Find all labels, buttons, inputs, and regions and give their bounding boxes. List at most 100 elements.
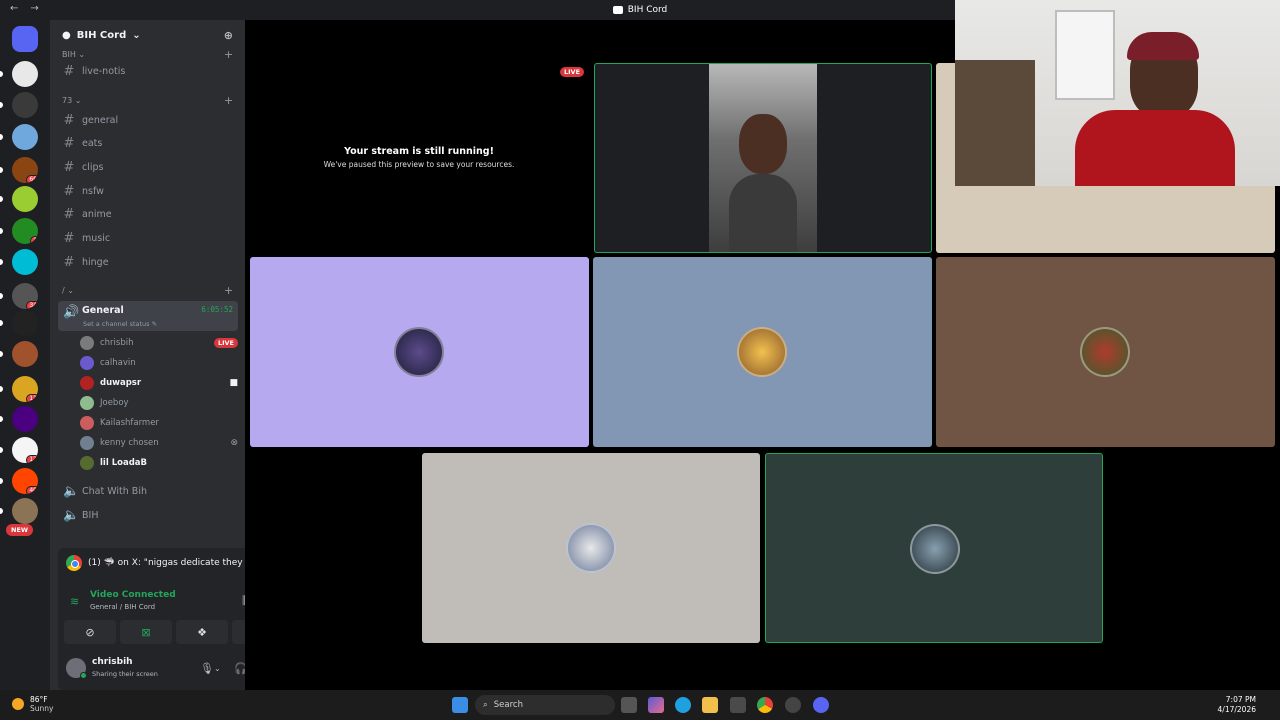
add-member-icon[interactable]: ⊕ <box>224 29 233 42</box>
video-tile-dark-green[interactable] <box>765 453 1103 643</box>
member-name: lil LoadaB <box>100 458 147 468</box>
server-6-icon[interactable]: 1 <box>12 218 38 244</box>
avatar <box>80 376 94 390</box>
voice-member[interactable]: chrisbih LIVE <box>80 334 238 352</box>
server-15-icon[interactable] <box>12 498 38 524</box>
channel-anime[interactable]: # anime <box>58 205 238 225</box>
server-10-icon[interactable] <box>12 341 38 367</box>
voice-member[interactable]: calhavin <box>80 354 238 372</box>
server-4-icon[interactable]: 66 <box>12 157 38 183</box>
channel-status-placeholder[interactable]: Set a channel status ✎ <box>83 320 157 328</box>
video-tile-camera[interactable] <box>594 63 932 253</box>
back-icon[interactable]: ← <box>10 3 18 14</box>
server-logo-icon <box>612 6 623 14</box>
category-bih[interactable]: BIH ⌄ + <box>62 48 233 61</box>
window-title: BIH Cord <box>627 5 668 15</box>
task-view-icon[interactable] <box>621 697 637 713</box>
microphone-icon[interactable]: 🎙 <box>200 662 214 675</box>
store-icon[interactable] <box>730 697 746 713</box>
server-14-icon[interactable]: 40 <box>12 468 38 494</box>
hash-icon: # <box>63 136 75 152</box>
channel-label: general <box>82 114 119 126</box>
direct-messages-icon[interactable] <box>12 26 38 52</box>
voice-channel-general[interactable]: 🔊 General 6:05:52 Set a channel status ✎ <box>58 301 238 331</box>
member-name: Kailashfarmer <box>100 418 159 428</box>
video-tile-brown[interactable] <box>936 257 1275 447</box>
video-tile-grey[interactable] <box>422 453 760 643</box>
voice-member[interactable]: kenny chosen ⊗ <box>80 434 238 452</box>
unread-pill <box>0 416 3 422</box>
server-13-icon[interactable]: 12 <box>12 437 38 463</box>
paused-title: Your stream is still running! <box>344 146 494 157</box>
channel-clips[interactable]: # clips <box>58 157 238 177</box>
channel-general[interactable]: # general <box>58 110 238 130</box>
start-icon[interactable] <box>452 697 468 713</box>
activities-button[interactable]: ❖ <box>176 620 228 644</box>
signal-icon[interactable]: ≋ <box>70 595 79 608</box>
channel-hinge[interactable]: # hinge <box>58 252 238 272</box>
server-12-icon[interactable] <box>12 406 38 432</box>
server-1-icon[interactable] <box>12 61 38 87</box>
guild-name: BIH Cord <box>76 29 127 41</box>
connection-title[interactable]: Video Connected <box>90 590 176 600</box>
edge-icon[interactable] <box>675 697 691 713</box>
app-icon[interactable] <box>785 697 801 713</box>
sun-icon <box>12 698 24 710</box>
server-11-icon[interactable]: 11 <box>12 376 38 402</box>
camera-off-button[interactable]: ⊘ <box>64 620 116 644</box>
category-slash[interactable]: / ⌄ + <box>62 284 233 297</box>
server-5-icon[interactable] <box>12 186 38 212</box>
server-8-icon[interactable]: 34 <box>12 283 38 309</box>
avatar <box>737 327 787 377</box>
speaker-icon: 🔈 <box>63 507 80 523</box>
discord-icon[interactable] <box>813 697 829 713</box>
channel-music[interactable]: # music <box>58 229 238 249</box>
channel-live-notis[interactable]: # live-notis <box>58 61 238 81</box>
unread-pill <box>0 102 3 108</box>
windows-taskbar: 86°F Sunny ⌕ Search 7:07 PM 4/17/2026 <box>0 690 1280 720</box>
paused-subtitle: We've paused this preview to save your r… <box>323 160 515 169</box>
category-73[interactable]: 73 ⌄ + <box>62 94 233 107</box>
member-name: duwapsr <box>100 378 142 388</box>
server-2-icon[interactable] <box>12 92 38 118</box>
server-7-icon[interactable] <box>12 249 38 275</box>
voice-channel-chat-with-bih[interactable]: 🔈 Chat With Bih <box>58 481 238 501</box>
channel-label: anime <box>82 209 112 221</box>
new-badge[interactable]: NEW <box>6 524 34 536</box>
voice-member[interactable]: Joeboy <box>80 394 238 412</box>
avatar <box>80 436 94 450</box>
speaker-icon: 🔈 <box>63 483 80 499</box>
voice-channel-bih[interactable]: 🔈 BIH <box>58 505 238 525</box>
video-tile-purple[interactable] <box>250 257 589 447</box>
weather-widget[interactable]: 86°F Sunny <box>12 695 53 713</box>
unread-pill <box>0 508 3 514</box>
voice-member[interactable]: lil LoadaB <box>80 454 238 472</box>
forward-icon[interactable]: → <box>30 3 38 14</box>
channel-nsfw[interactable]: # nsfw <box>58 181 238 201</box>
call-timer: 6:05:52 <box>201 305 233 314</box>
unread-pill <box>0 259 3 265</box>
copilot-icon[interactable] <box>648 697 664 713</box>
connection-sub[interactable]: General / BIH Cord <box>90 603 155 611</box>
member-name: chrisbih <box>100 338 134 348</box>
voice-member[interactable]: duwapsr ■ <box>80 374 238 392</box>
channel-label: clips <box>82 161 104 173</box>
taskbar-search[interactable]: ⌕ Search <box>475 695 615 715</box>
video-tile-blue[interactable] <box>593 257 932 447</box>
chevron-down-icon[interactable]: ⌄ <box>214 664 221 673</box>
live-badge: LIVE <box>213 338 238 348</box>
hash-icon: # <box>63 231 75 246</box>
server-9-icon[interactable] <box>12 310 38 336</box>
screen-share-button[interactable]: ⊠ <box>120 620 172 644</box>
channel-eats[interactable]: # eats <box>58 134 238 154</box>
server-3-icon[interactable] <box>12 124 38 150</box>
camera-feed <box>709 64 817 252</box>
unread-badge: 11 <box>26 394 38 402</box>
guild-header[interactable]: ● BIH Cord ⌄ ⊕ <box>50 20 245 50</box>
file-explorer-icon[interactable] <box>702 697 718 713</box>
chrome-icon[interactable] <box>757 697 773 713</box>
member-name: kenny chosen <box>100 438 159 448</box>
voice-member[interactable]: Kailashfarmer <box>80 414 238 432</box>
stream-preview-tile[interactable]: Your stream is still running! We've paus… <box>250 62 588 252</box>
system-clock[interactable]: 7:07 PM 4/17/2026 <box>1218 695 1256 715</box>
